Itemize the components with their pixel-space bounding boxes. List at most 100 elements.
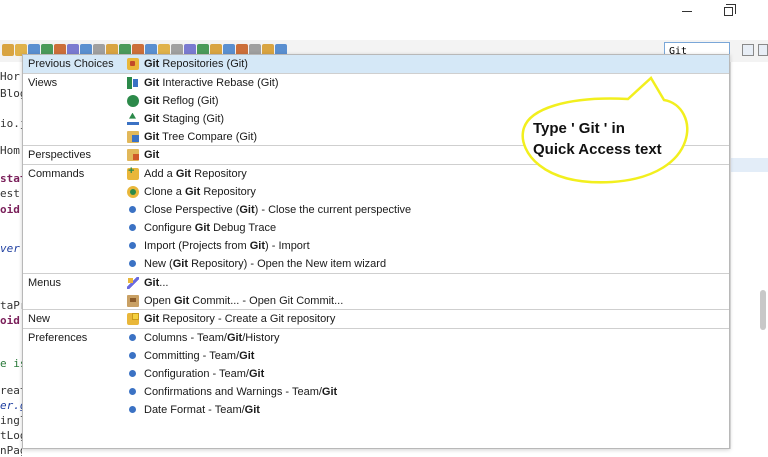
match-highlight: Git (175, 168, 192, 181)
command-dot-icon (127, 240, 139, 252)
command-dot-icon (127, 222, 139, 234)
git-repositories-icon (127, 57, 139, 70)
result-text: Clone a (144, 186, 185, 199)
result-text: Debug Trace (210, 221, 277, 234)
quick-access-result[interactable]: Committing - Team/Git (23, 347, 729, 365)
result-text: Tree Compare (Git) (159, 130, 258, 143)
minimize-button[interactable] (672, 0, 702, 22)
result-text: Configuration - Team/ (144, 368, 249, 381)
annotation-line-1: Type ' Git ' in (533, 120, 625, 137)
result-label: New (Git Repository) - Open the New item… (127, 258, 386, 270)
result-label: Close Perspective (Git) - Close the curr… (127, 204, 411, 216)
scrollbar-thumb[interactable] (760, 290, 766, 330)
quick-access-result[interactable]: Clone a Git Repository (23, 183, 729, 201)
result-text: Date Format - Team/ (144, 403, 245, 416)
current-line-highlight (731, 158, 768, 172)
git-perspective-icon (127, 149, 139, 162)
quick-access-result[interactable]: Commands Add a Git Repository (23, 165, 729, 183)
quick-access-result[interactable]: New Git Repository - Create a Git reposit… (23, 310, 729, 328)
match-highlight: Git (144, 112, 160, 125)
result-label: Git Staging (Git) (127, 113, 224, 125)
quick-access-result[interactable]: Git Reflog (Git) (23, 92, 729, 110)
section-previous-choices: Previous Choices Git Repositories (Git) (23, 55, 729, 73)
open-perspective-icon[interactable] (742, 44, 754, 56)
editor-right-panel (730, 62, 768, 449)
result-text: New ( (144, 257, 173, 270)
section-preferences: Preferences Columns - Team/Git/History Com… (23, 328, 729, 418)
git-menu-icon (127, 276, 139, 289)
result-label: Configure Git Debug Trace (127, 222, 276, 234)
match-highlight: Git (244, 403, 260, 416)
preference-dot-icon (127, 368, 139, 380)
code-line: er.g (0, 399, 22, 412)
result-text: Repository) - Open the New item wizard (188, 257, 387, 270)
quick-access-result[interactable]: Preferences Columns - Team/Git/History (23, 329, 729, 347)
toolbar-button-icon[interactable] (2, 44, 14, 56)
maximize-icon (723, 3, 736, 16)
category-label: Commands (28, 168, 85, 181)
quick-access-result[interactable]: Date Format - Team/Git (23, 401, 729, 419)
open-git-commit-icon (127, 294, 139, 307)
result-text: Repository - Create a Git repository (159, 313, 336, 326)
result-label: Git Interactive Rebase (Git) (127, 76, 279, 89)
category-label: Perspectives (28, 149, 91, 162)
clone-git-repository-icon (127, 186, 139, 199)
match-highlight: Git (321, 385, 338, 398)
result-label: Add a Git Repository (127, 165, 247, 181)
result-text: Add a (144, 168, 176, 181)
code-line: taPr (0, 299, 22, 312)
match-highlight: Git (173, 294, 190, 307)
section-commands: CommandsAdd a Git RepositoryClone a Git … (23, 164, 729, 272)
java-perspective-icon[interactable] (758, 44, 768, 56)
code-line: stat (0, 172, 22, 185)
quick-access-result[interactable]: Menus Git... (23, 274, 729, 292)
match-highlight: Git (144, 276, 160, 289)
match-highlight: Git (144, 149, 160, 162)
quick-access-result[interactable]: Confirmations and Warnings - Team/Git (23, 383, 729, 401)
result-text: Close Perspective ( (144, 204, 240, 217)
result-label: Clone a Git Repository (127, 186, 256, 199)
git-tree-compare-icon (127, 130, 139, 143)
quick-access-result[interactable]: Open Git Commit... - Open Git Commit... (23, 292, 729, 310)
code-line: e is (0, 357, 22, 370)
result-text: /History (242, 332, 280, 345)
result-label: Git Reflog (Git) (127, 94, 219, 107)
code-line: nPag (0, 444, 22, 457)
preference-dot-icon (127, 350, 139, 362)
quick-access-result[interactable]: Configure Git Debug Trace (23, 219, 729, 237)
match-highlight: Git (144, 313, 160, 326)
result-text: Confirmations and Warnings - Team/ (144, 385, 322, 398)
quick-access-result[interactable]: Configuration - Team/Git (23, 365, 729, 383)
code-line: Hom (0, 144, 20, 157)
result-label: Committing - Team/Git (127, 350, 254, 362)
quick-access-result[interactable]: Views Git Interactive Rebase (Git) (23, 74, 729, 92)
code-line: oid (0, 314, 20, 327)
result-text: ) - Import (265, 239, 310, 252)
quick-access-result[interactable]: Import (Projects from Git) - Import (23, 237, 729, 255)
git-interactive-rebase-icon (127, 76, 139, 89)
quick-access-result[interactable]: Previous Choices Git Repositories (Git) (23, 55, 729, 73)
result-text: Repository (200, 186, 256, 199)
match-highlight: Git (239, 350, 255, 363)
maximize-button[interactable] (713, 0, 743, 22)
match-highlight: Git (248, 368, 265, 381)
result-label: Git (127, 149, 160, 162)
result-text: Commit... - Open Git Commit... (189, 294, 344, 307)
result-label: Open Git Commit... - Open Git Commit... (127, 294, 344, 307)
result-text: Interactive Rebase (Git) (159, 76, 279, 89)
result-label: Columns - Team/Git/History (127, 332, 280, 344)
category-label: Preferences (28, 332, 88, 345)
result-label: Date Format - Team/Git (127, 404, 260, 416)
quick-access-result[interactable]: Close Perspective (Git) - Close the curr… (23, 201, 729, 219)
code-line: io.j (0, 117, 22, 130)
quick-access-popup: Previous Choices Git Repositories (Git) Vi… (22, 54, 730, 449)
category-label: Previous Choices (28, 57, 114, 70)
preference-dot-icon (127, 332, 139, 344)
code-line: ver (0, 242, 20, 255)
result-text: Import (Projects from (144, 239, 250, 252)
quick-access-result[interactable]: New (Git Repository) - Open the New item… (23, 255, 729, 273)
result-text: Committing - Team/ (144, 350, 240, 363)
code-line: oid (0, 203, 20, 216)
code-line: reat (0, 384, 22, 397)
match-highlight: Git (144, 76, 160, 89)
